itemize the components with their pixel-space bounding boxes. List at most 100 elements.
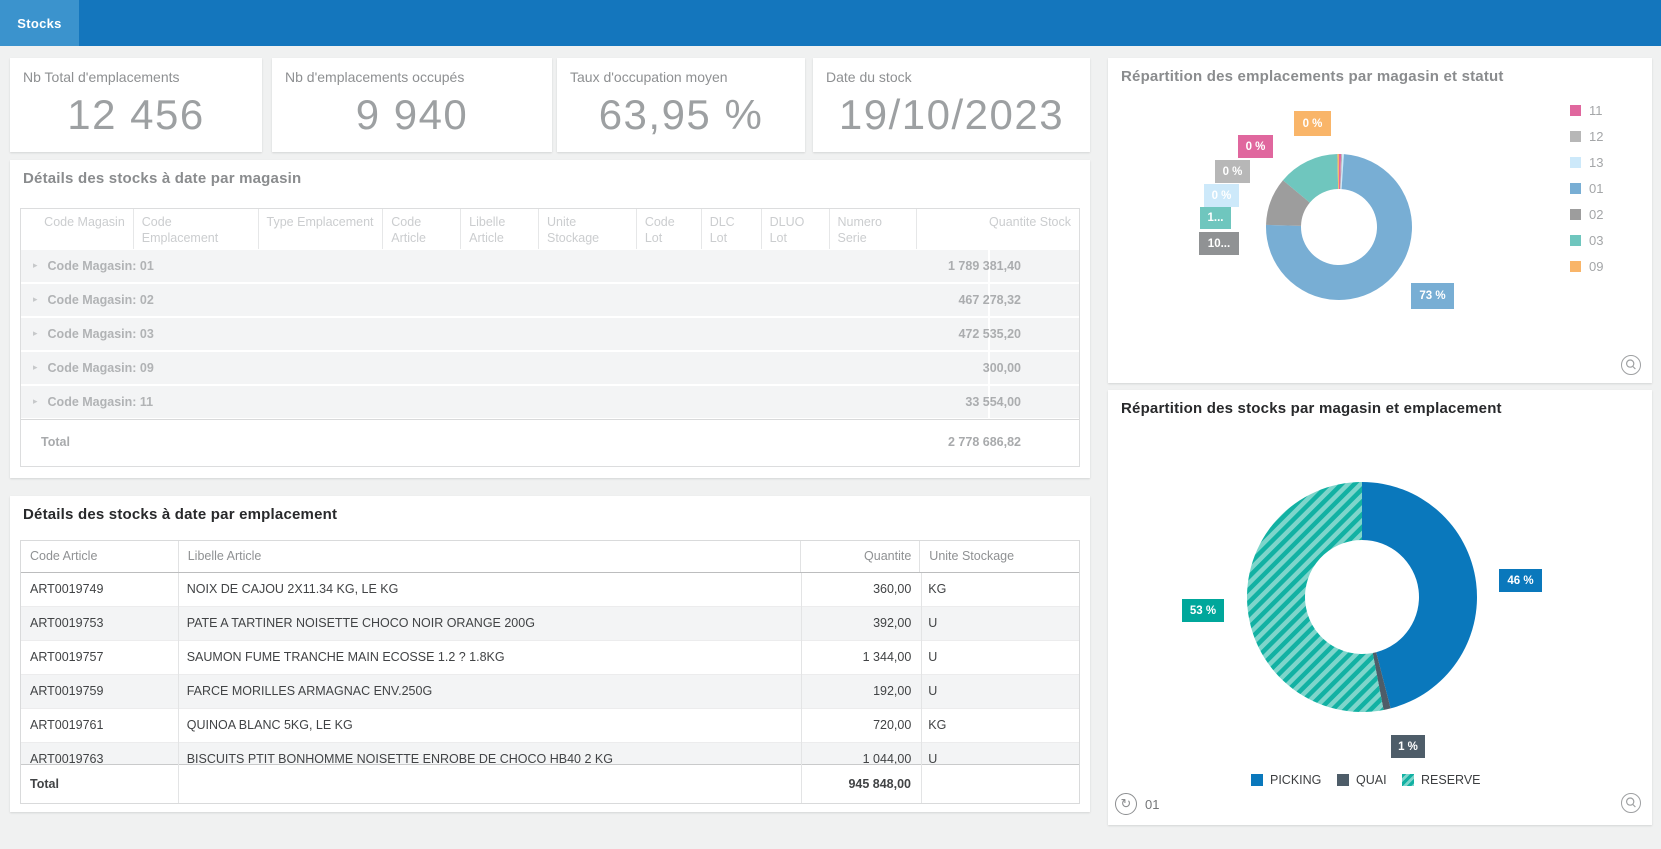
expand-icon[interactable]: ▸ xyxy=(33,329,38,339)
legend-label: 01 xyxy=(1589,181,1603,196)
total-label: Total xyxy=(30,777,59,791)
column-header[interactable]: Code Lot xyxy=(636,209,701,249)
tab-label: Stocks xyxy=(17,16,61,31)
kpi-value: 9 940 xyxy=(272,86,552,144)
legend-item[interactable]: 02 xyxy=(1570,207,1603,221)
legend-item[interactable]: 12 xyxy=(1570,129,1603,143)
column-header[interactable]: Quantite Stock xyxy=(916,209,1079,249)
tab-stocks[interactable]: Stocks xyxy=(0,0,79,46)
data-label: 0 % xyxy=(1204,184,1239,207)
matrix-row-value: 467 278,32 xyxy=(958,283,1021,317)
focus-mode-icon[interactable] xyxy=(1620,792,1642,814)
legend-label: 11 xyxy=(1589,103,1603,118)
column-header[interactable]: Code Magasin xyxy=(21,209,133,249)
focus-mode-icon[interactable] xyxy=(1620,354,1642,376)
column-header[interactable]: Libelle Article xyxy=(460,209,538,249)
column-header[interactable]: Unite Stockage xyxy=(919,541,1079,572)
legend-swatch xyxy=(1337,774,1349,786)
table-header-row: Code ArticleLibelle ArticleQuantiteUnite… xyxy=(21,541,1079,573)
expand-icon[interactable]: ▸ xyxy=(33,261,38,271)
total-value: 2 778 686,82 xyxy=(948,435,1021,449)
column-header[interactable]: DLUO Lot xyxy=(761,209,829,249)
legend-swatch xyxy=(1570,235,1581,246)
legend-swatch xyxy=(1570,183,1581,194)
table-cell: 1 344,00 xyxy=(800,641,920,674)
legend-label: QUAI xyxy=(1356,773,1387,787)
column-header[interactable]: DLC Lot xyxy=(701,209,761,249)
matrix-row[interactable]: ▸ Code Magasin: 02 467 278,32 xyxy=(21,283,1079,317)
drill-up-icon[interactable]: ↻ xyxy=(1115,793,1137,815)
legend-item[interactable]: 13 xyxy=(1570,155,1603,169)
matrix-row-value: 300,00 xyxy=(983,351,1021,385)
legend-item[interactable]: QUAI xyxy=(1337,773,1387,787)
matrix-row-band: ▸Code Magasin: 11 xyxy=(21,386,1079,418)
legend-label: 09 xyxy=(1589,259,1603,274)
column-header[interactable]: Libelle Article xyxy=(178,541,800,572)
column-header[interactable]: Code Emplacement xyxy=(133,209,258,249)
kpi-title: Nb d'emplacements occupés xyxy=(285,69,464,85)
legend-swatch xyxy=(1570,105,1581,116)
column-header[interactable]: Type Emplacement xyxy=(258,209,383,249)
legend-item[interactable]: 01 xyxy=(1570,181,1603,195)
legend-swatch xyxy=(1570,209,1581,220)
table-cell: FARCE MORILLES ARMAGNAC ENV.250G xyxy=(178,675,800,708)
matrix-row-value: 472 535,20 xyxy=(958,317,1021,351)
kpi-title: Taux d'occupation moyen xyxy=(570,69,728,85)
data-label: 0 % xyxy=(1294,111,1331,136)
expand-icon[interactable]: ▸ xyxy=(33,295,38,305)
column-header[interactable]: Numero Serie xyxy=(829,209,917,249)
column-header[interactable]: Code Article xyxy=(382,209,460,249)
legend-label: PICKING xyxy=(1270,773,1321,787)
column-divider xyxy=(921,573,922,803)
column-header[interactable]: Code Article xyxy=(21,541,178,572)
table-magasin-title: Détails des stocks à date par magasin xyxy=(23,170,301,187)
matrix-row-band: ▸Code Magasin: 01 xyxy=(21,250,1079,282)
table-emplacement-title: Détails des stocks à date par emplacemen… xyxy=(23,506,337,523)
legend-label: 12 xyxy=(1589,129,1603,144)
data-label: 53 % xyxy=(1182,599,1224,622)
kpi-title: Nb Total d'emplacements xyxy=(23,69,180,85)
legend-swatch xyxy=(1570,157,1581,168)
matrix-row[interactable]: ▸Code Magasin: 1133 554,00 xyxy=(21,385,1079,419)
legend-item[interactable]: 11 xyxy=(1570,103,1603,117)
legend-item[interactable]: 09 xyxy=(1570,259,1603,273)
table-cell: SAUMON FUME TRANCHE MAIN ECOSSE 1.2 ? 1.… xyxy=(178,641,800,674)
table-cell: 1 044,00 xyxy=(800,743,920,764)
legend-label: 13 xyxy=(1589,155,1603,170)
legend-item[interactable]: RESERVE xyxy=(1402,773,1481,787)
table-cell: QUINOA BLANC 5KG, LE KG xyxy=(178,709,800,742)
column-header[interactable]: Quantite xyxy=(800,541,920,572)
table-cell: ART0019749 xyxy=(21,573,178,606)
column-divider xyxy=(178,573,179,803)
legend-swatch xyxy=(1402,774,1414,786)
matrix-row[interactable]: ▸Code Magasin: 011 789 381,40 xyxy=(21,249,1079,283)
drill-breadcrumb: ↻ 01 xyxy=(1115,793,1159,815)
top-bar: Stocks xyxy=(0,0,1661,46)
legend-swatch xyxy=(1570,131,1581,142)
kpi-value: 19/10/2023 xyxy=(813,86,1090,144)
data-label: 73 % xyxy=(1411,283,1454,309)
legend-swatch xyxy=(1251,774,1263,786)
matrix-row[interactable]: ▸ Code Magasin: 03 472 535,20 xyxy=(21,317,1079,351)
matrix-row-label: Code Magasin: 02 xyxy=(48,293,154,307)
table-cell: ART0019753 xyxy=(21,607,178,640)
matrix-row-label: Code Magasin: 03 xyxy=(48,327,154,341)
legend-item[interactable]: PICKING xyxy=(1251,773,1321,787)
card-chart-emplacements: Répartition des emplacements par magasin… xyxy=(1108,58,1652,383)
table-cell: NOIX DE CAJOU 2X11.34 KG, LE KG xyxy=(178,573,800,606)
matrix-row-label: Code Magasin: 09 xyxy=(48,361,154,375)
table-stocks-par-emplacement: Code ArticleLibelle ArticleQuantiteUnite… xyxy=(20,540,1080,804)
legend-swatch xyxy=(1570,261,1581,272)
column-header[interactable]: Unite Stockage xyxy=(538,209,636,249)
matrix-row[interactable]: ▸ Code Magasin: 09 300,00 xyxy=(21,351,1079,385)
matrix-row-band: ▸ Code Magasin: 02 xyxy=(21,284,1079,316)
kpi-title: Date du stock xyxy=(826,69,912,85)
table-header-row: Code MagasinCode EmplacementType Emplace… xyxy=(21,209,1079,249)
card-chart-stocks: Répartition des stocks par magasin et em… xyxy=(1108,390,1652,825)
legend-label: RESERVE xyxy=(1421,773,1481,787)
legend-item[interactable]: 03 xyxy=(1570,233,1603,247)
expand-icon[interactable]: ▸ xyxy=(33,363,38,373)
expand-icon[interactable]: ▸ xyxy=(33,397,38,407)
kpi-card-emplacements-occupes: Nb d'emplacements occupés 9 940 xyxy=(272,58,552,152)
legend-label: 02 xyxy=(1589,207,1603,222)
